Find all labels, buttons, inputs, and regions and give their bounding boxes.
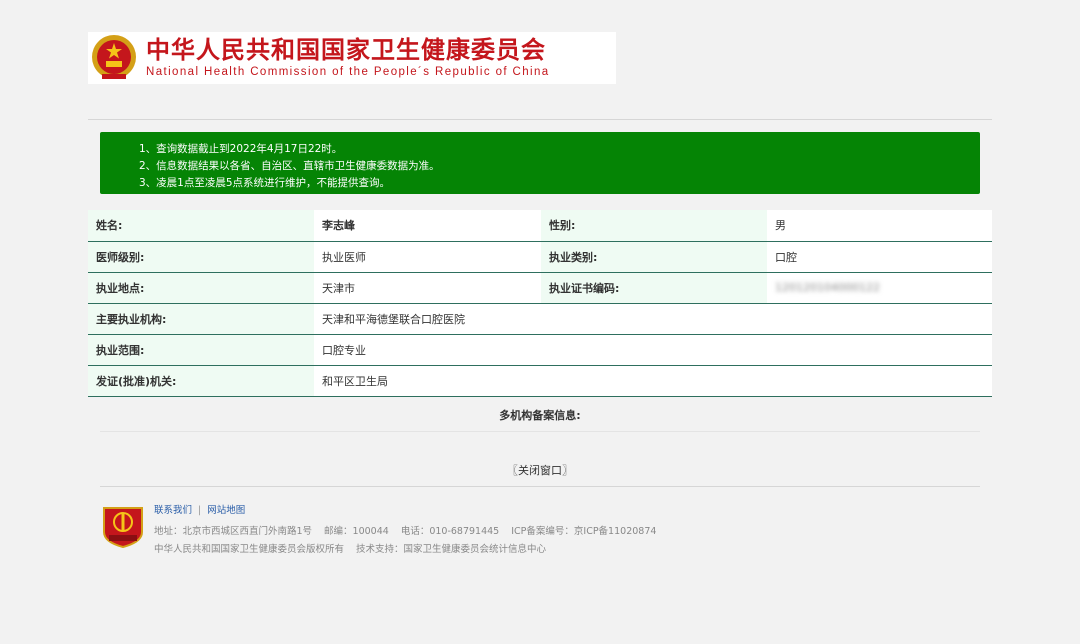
institution-label: 主要执业机构: <box>88 303 314 335</box>
notice-box: 1、查询数据截止到2022年4月17日22时。 2、信息数据结果以各省、自治区、… <box>100 132 980 194</box>
footer-address: 地址：北京市西城区西直门外南路1号 <box>154 526 313 537</box>
close-window-link[interactable]: 〖关闭窗口〗 <box>0 462 1080 478</box>
national-emblem-icon <box>88 32 140 84</box>
category-label: 执业类别: <box>541 241 767 273</box>
footer-copyright: 中华人民共和国国家卫生健康委员会版权所有 <box>154 544 345 555</box>
issuer-value: 和平区卫生局 <box>314 365 992 397</box>
notice-line-2: 2、信息数据结果以各省、自治区、直辖市卫生健康委数据为准。 <box>139 160 440 172</box>
government-site-badge-icon[interactable] <box>100 502 146 548</box>
table-row: 姓名: 李志峰 性别: 男 <box>88 210 992 242</box>
location-label: 执业地点: <box>88 272 314 304</box>
location-value: 天津市 <box>314 272 541 304</box>
multi-institution-label: 多机构备案信息: <box>499 409 581 422</box>
scope-value: 口腔专业 <box>314 334 992 366</box>
issuer-label: 发证(批准)机关: <box>88 365 314 397</box>
table-row: 发证(批准)机关: 和平区卫生局 <box>88 365 992 397</box>
level-value: 执业医师 <box>314 241 541 273</box>
name-value: 李志峰 <box>314 210 541 242</box>
cert-number-label: 执业证书编码: <box>541 272 767 304</box>
level-label: 医师级别: <box>88 241 314 273</box>
header-divider <box>88 119 992 120</box>
footer-links: 联系我们 | 网站地图 <box>154 502 245 516</box>
cert-number-text: 120120104000122 <box>775 281 880 294</box>
doctor-info-table: 姓名: 李志峰 性别: 男 医师级别: 执业医师 执业类别: 口腔 执业地点: … <box>88 210 992 397</box>
cert-number-value: 120120104000122 <box>767 272 992 304</box>
multi-institution-divider <box>100 431 980 432</box>
sitemap-link[interactable]: 网站地图 <box>207 505 245 516</box>
footer-address-line: 地址：北京市西城区西直门外南路1号 邮编：100044 电话：010-6879144… <box>154 523 668 537</box>
footer-icp[interactable]: ICP备案编号：京ICP备11020874 <box>511 526 656 537</box>
footer-postcode: 邮编：100044 <box>324 526 389 537</box>
site-header: 中华人民共和国国家卫生健康委员会 National Health Commiss… <box>88 32 616 84</box>
notice-line-1: 1、查询数据截止到2022年4月17日22时。 <box>139 143 343 155</box>
gender-value: 男 <box>767 210 992 242</box>
name-label: 姓名: <box>88 210 314 242</box>
notice-line-3: 3、凌晨1点至凌晨5点系统进行维护，不能提供查询。 <box>139 177 391 189</box>
institution-value: 天津和平海德堡联合口腔医院 <box>314 303 992 335</box>
category-value: 口腔 <box>767 241 992 273</box>
site-title-cn: 中华人民共和国国家卫生健康委员会 <box>146 35 546 64</box>
table-row: 主要执业机构: 天津和平海德堡联合口腔医院 <box>88 303 992 335</box>
table-row: 执业地点: 天津市 执业证书编码: 120120104000122 <box>88 272 992 304</box>
footer-link-separator: | <box>198 505 202 516</box>
footer-divider <box>100 486 980 487</box>
footer-phone: 电话：010-68791445 <box>400 526 500 537</box>
gender-label: 性别: <box>541 210 767 242</box>
scope-label: 执业范围: <box>88 334 314 366</box>
footer-support: 技术支持：国家卫生健康委员会统计信息中心 <box>356 544 547 555</box>
site-title-en: National Health Commission of the People… <box>146 66 550 78</box>
footer-copyright-line: 中华人民共和国国家卫生健康委员会版权所有 技术支持：国家卫生健康委员会统计信息中心 <box>154 541 558 555</box>
table-row: 执业范围: 口腔专业 <box>88 334 992 366</box>
contact-us-link[interactable]: 联系我们 <box>154 505 192 516</box>
table-row: 医师级别: 执业医师 执业类别: 口腔 <box>88 241 992 273</box>
